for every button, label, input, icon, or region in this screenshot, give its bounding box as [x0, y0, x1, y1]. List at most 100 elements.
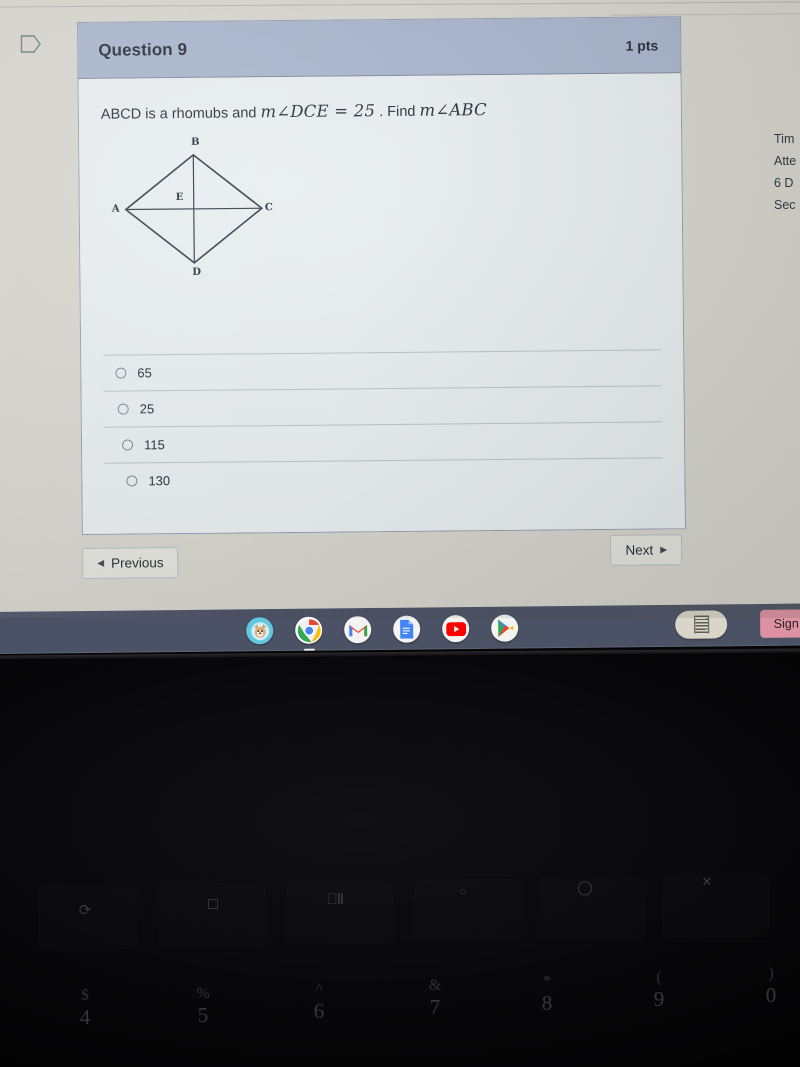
- shelf-icon-group: [246, 614, 519, 651]
- key-digit: 5: [197, 1003, 209, 1027]
- next-button[interactable]: Next ▶: [610, 534, 683, 566]
- mute-icon: ✕: [701, 874, 713, 889]
- gmail-glyph: [348, 624, 367, 636]
- brightness-down-key[interactable]: ○: [448, 884, 478, 899]
- overview-key[interactable]: ⎕Ⅱ: [318, 890, 354, 909]
- key-shift-symbol: $: [81, 987, 89, 1004]
- mute-key[interactable]: ✕: [692, 874, 722, 890]
- shiba-glyph: [250, 621, 269, 640]
- answer-label: 130: [148, 473, 171, 489]
- fullscreen-key[interactable]: ◻: [198, 894, 228, 913]
- sign-out-label: Sign o: [773, 616, 800, 631]
- answer-list: 65 25 115 130: [103, 348, 663, 500]
- radio-button-icon[interactable]: [117, 403, 129, 415]
- prompt-text-prefix: ABCD is a rhomubs and: [100, 105, 261, 123]
- vertex-label-a: A: [111, 203, 120, 215]
- youtube-icon[interactable]: [442, 615, 470, 643]
- number-key-8[interactable]: * 8: [530, 972, 564, 1015]
- sign-out-button[interactable]: Sign o: [759, 609, 800, 638]
- launcher-shiba-icon[interactable]: [246, 617, 274, 645]
- radio-button-icon[interactable]: [115, 367, 127, 379]
- page-top-divider: [0, 1, 800, 8]
- quiz-navigation: ◀ Previous Next ▶: [80, 534, 683, 579]
- key-digit: 6: [313, 999, 325, 1023]
- vertex-label-b: B: [191, 136, 200, 148]
- flag-outline-icon[interactable]: [20, 34, 42, 54]
- question-body: ABCD is a rhomubs and m∠DCE = 25 . Find …: [78, 73, 685, 534]
- laptop-photo: Question 9 1 pts ABCD is a rhomubs and m…: [0, 0, 800, 1067]
- youtube-glyph: [445, 621, 466, 636]
- intersection-label-e: E: [175, 191, 184, 203]
- question-card: Question 9 1 pts ABCD is a rhomubs and m…: [77, 16, 686, 535]
- vertex-label-d: D: [192, 266, 202, 278]
- sidebar-line-attempt: Atte: [774, 154, 797, 168]
- vertex-label-c: C: [264, 201, 273, 213]
- prompt-math-find: m∠ABC: [419, 100, 487, 120]
- quiz-sidebar: Tim Atte 6 D Sec: [774, 128, 800, 216]
- question-header: Question 9 1 pts: [78, 17, 681, 79]
- status-tray[interactable]: [675, 610, 728, 639]
- question-points: 1 pts: [625, 36, 659, 54]
- number-key-4[interactable]: $ 4: [68, 986, 102, 1029]
- key-shift-symbol: ): [768, 965, 774, 982]
- question-prompt: ABCD is a rhomubs and m∠DCE = 25 . Find …: [101, 97, 659, 125]
- key-shift-symbol: *: [543, 973, 551, 990]
- chrome-icon[interactable]: [295, 616, 323, 651]
- answer-label: 65: [137, 364, 152, 380]
- key-digit: 9: [653, 987, 665, 1011]
- number-key-7[interactable]: & 7: [418, 976, 452, 1019]
- number-key-0[interactable]: ) 0: [754, 964, 788, 1007]
- prompt-math-given: m∠DCE = 25: [260, 101, 376, 122]
- key-digit: 7: [429, 995, 441, 1019]
- previous-button[interactable]: ◀ Previous: [82, 547, 179, 579]
- answer-option-row[interactable]: 130: [104, 458, 662, 499]
- page-top-divider-secondary: [609, 13, 800, 16]
- answer-label: 115: [143, 436, 165, 452]
- number-key-5[interactable]: % 5: [186, 984, 220, 1027]
- number-key-9[interactable]: ( 9: [642, 968, 676, 1011]
- brightness-down-icon: ○: [459, 884, 467, 898]
- answer-list-bottom-spacer: [105, 494, 663, 533]
- radio-button-icon[interactable]: [126, 475, 138, 487]
- answer-option-row[interactable]: 115: [103, 421, 663, 464]
- next-button-label: Next: [625, 542, 654, 558]
- triangle-left-icon: ◀: [97, 557, 105, 568]
- number-key-6[interactable]: ^ 6: [302, 980, 336, 1023]
- question-title: Question 9: [98, 39, 188, 60]
- rhombus-svg: [124, 153, 264, 264]
- key-digit: 8: [541, 991, 553, 1015]
- key-digit: 4: [79, 1005, 91, 1029]
- key-shift-symbol: (: [656, 969, 662, 986]
- google-docs-icon[interactable]: [393, 615, 421, 643]
- overview-icon: ⎕Ⅱ: [327, 892, 345, 908]
- laptop-screen: Question 9 1 pts ABCD is a rhomubs and m…: [0, 0, 800, 618]
- sidebar-line-seconds: Sec: [774, 198, 796, 212]
- chromeos-shelf: Sign o: [0, 603, 800, 654]
- play-store-glyph: [497, 619, 513, 637]
- gmail-icon[interactable]: [344, 616, 372, 644]
- radio-button-icon[interactable]: [122, 439, 134, 451]
- triangle-right-icon: ▶: [660, 544, 668, 555]
- chrome-glyph: [297, 618, 321, 642]
- key-shift-symbol: &: [428, 977, 442, 994]
- sidebar-line-days: 6 D: [774, 176, 794, 190]
- previous-button-label: Previous: [111, 555, 164, 571]
- key-digit: 0: [765, 983, 777, 1007]
- brightness-up-key[interactable]: ◯: [570, 880, 600, 897]
- tray-status-icon: [693, 615, 709, 634]
- play-store-icon[interactable]: [491, 614, 519, 642]
- chrome-active-indicator: [303, 648, 315, 651]
- rhombus-figure: B A C D E: [111, 135, 313, 302]
- brightness-up-icon: ◯: [577, 881, 593, 896]
- reload-key[interactable]: ⟳: [70, 901, 100, 920]
- answer-option-row[interactable]: 65: [103, 349, 662, 392]
- sidebar-line-time: Tim: [774, 132, 795, 146]
- prompt-text-middle: . Find: [375, 103, 420, 121]
- answer-option-row[interactable]: 25: [103, 385, 662, 428]
- fullscreen-icon: ◻: [206, 896, 220, 912]
- answer-label: 25: [139, 400, 155, 416]
- docs-glyph: [400, 619, 414, 639]
- laptop-keyboard: ⟳ ◻ ⎕Ⅱ ○ ◯ ✕ $ 4 % 5 ^ 6 & 7 * 8 (9) 0: [0, 656, 800, 1067]
- reload-icon: ⟳: [78, 903, 92, 919]
- key-shift-symbol: %: [196, 985, 210, 1002]
